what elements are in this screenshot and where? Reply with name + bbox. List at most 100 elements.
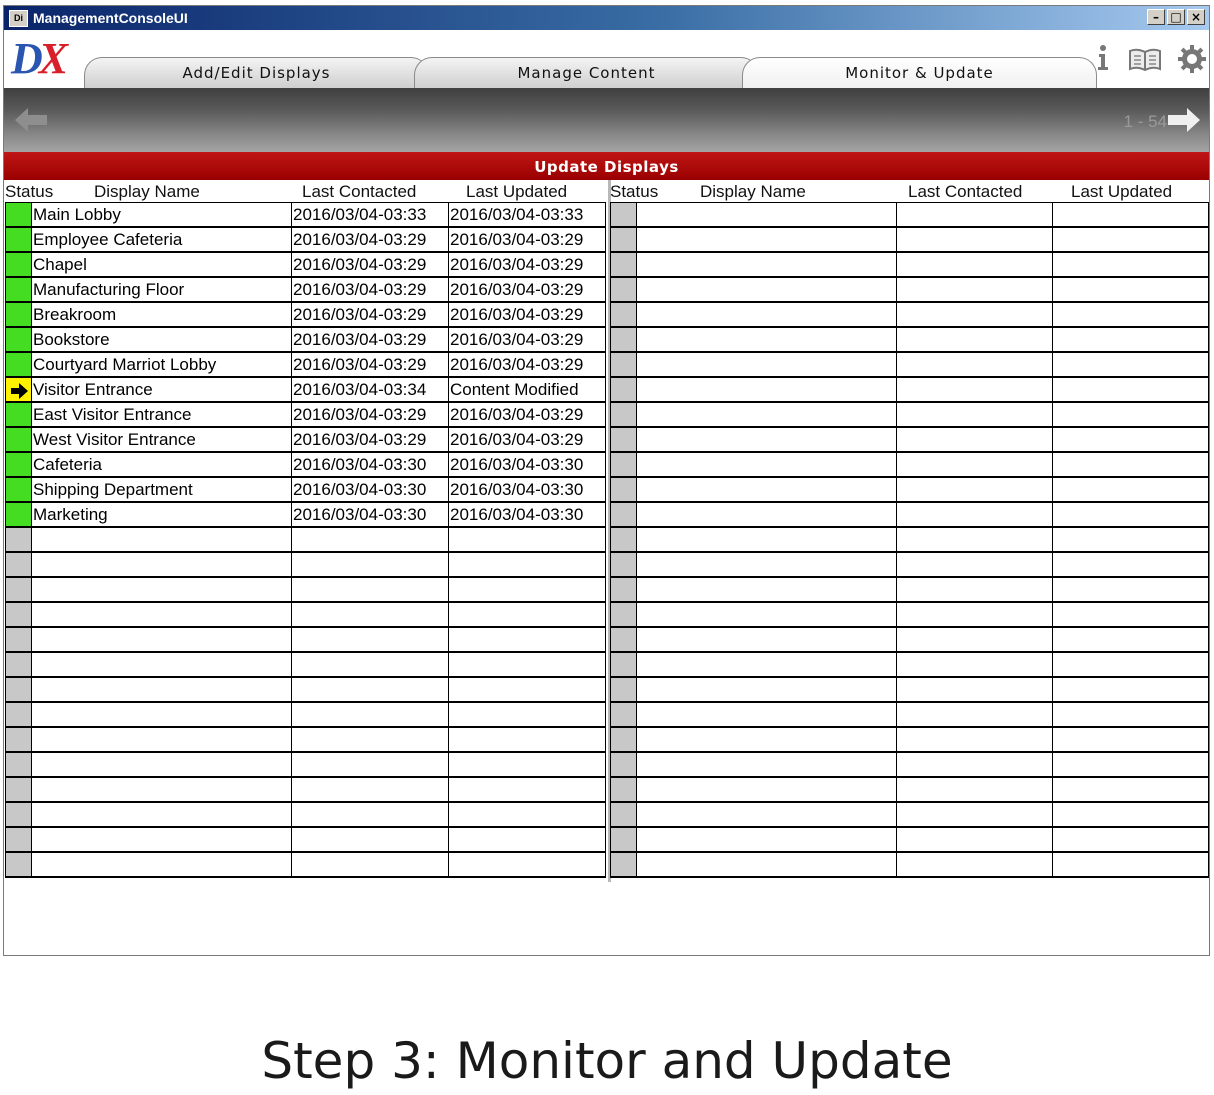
- close-button[interactable]: ×: [1187, 9, 1205, 25]
- table-row[interactable]: Bookstore 2016/03/04-03:29 2016/03/04-03:2…: [5, 327, 606, 353]
- table-row[interactable]: [5, 677, 606, 703]
- table-row[interactable]: Chapel 2016/03/04-03:29 2016/03/04-03:29: [5, 252, 606, 278]
- col-header-display-name-right[interactable]: Display Name: [700, 180, 806, 202]
- table-row[interactable]: [610, 802, 1209, 828]
- last-updated-cell: [1052, 802, 1209, 828]
- book-icon[interactable]: [1128, 48, 1162, 76]
- table-row[interactable]: [610, 602, 1209, 628]
- last-contacted-cell: [291, 602, 449, 628]
- table-row[interactable]: Marketing 2016/03/04-03:30 2016/03/04-03:3…: [5, 502, 606, 528]
- table-row[interactable]: [5, 752, 606, 778]
- table-row[interactable]: [610, 727, 1209, 753]
- last-updated-cell: [1052, 852, 1209, 878]
- table-row[interactable]: Employee Cafeteria 2016/03/04-03:29 2016/0…: [5, 227, 606, 253]
- display-name-cell: Visitor Entrance: [31, 377, 292, 403]
- last-updated-cell: [1052, 502, 1209, 528]
- display-name-cell: [636, 652, 897, 678]
- tab-add-edit-displays[interactable]: Add/Edit Displays: [84, 57, 429, 88]
- table-row[interactable]: Main Lobby 2016/03/04-03:33 2016/03/04-03:…: [5, 202, 606, 228]
- last-contacted-cell: [896, 552, 1053, 578]
- status-indicator: [610, 477, 637, 503]
- maximize-button[interactable]: □: [1167, 9, 1185, 25]
- table-row[interactable]: [610, 352, 1209, 378]
- status-indicator: [610, 502, 637, 528]
- table-row[interactable]: [5, 577, 606, 603]
- last-updated-cell: [1052, 227, 1209, 253]
- col-header-display-name[interactable]: Display Name: [94, 180, 200, 202]
- title-bar[interactable]: Di ManagementConsoleUI – □ ×: [4, 6, 1209, 30]
- col-header-last-updated[interactable]: Last Updated: [466, 180, 567, 202]
- table-row[interactable]: [610, 527, 1209, 553]
- table-row[interactable]: [610, 477, 1209, 503]
- table-row[interactable]: [610, 652, 1209, 678]
- last-updated-cell: [1052, 327, 1209, 353]
- status-indicator: [5, 727, 32, 753]
- table-row[interactable]: [610, 852, 1209, 878]
- last-contacted-cell: 2016/03/04-03:34: [291, 377, 449, 403]
- col-header-last-updated-right[interactable]: Last Updated: [1071, 180, 1172, 202]
- col-header-status[interactable]: Status: [5, 180, 53, 202]
- table-row[interactable]: [610, 327, 1209, 353]
- last-contacted-cell: 2016/03/04-03:29: [291, 227, 449, 253]
- last-updated-cell: [1052, 427, 1209, 453]
- table-row[interactable]: [610, 202, 1209, 228]
- col-header-last-contacted-right[interactable]: Last Contacted: [908, 180, 1022, 202]
- status-indicator: [610, 527, 637, 553]
- table-row[interactable]: [5, 552, 606, 578]
- col-header-last-contacted[interactable]: Last Contacted: [302, 180, 416, 202]
- last-updated-cell: 2016/03/04-03:29: [448, 427, 606, 453]
- table-row[interactable]: Manufacturing Floor 2016/03/04-03:29 2016/…: [5, 277, 606, 303]
- info-icon[interactable]: [1096, 44, 1110, 76]
- last-updated-cell: 2016/03/04-03:33: [448, 202, 606, 228]
- table-row[interactable]: [610, 252, 1209, 278]
- table-row[interactable]: Visitor Entrance 2016/03/04-03:34 Content …: [5, 377, 606, 403]
- last-updated-cell: 2016/03/04-03:29: [448, 327, 606, 353]
- tab-manage-content[interactable]: Manage Content: [414, 57, 759, 88]
- table-row[interactable]: [610, 502, 1209, 528]
- table-row[interactable]: [5, 827, 606, 853]
- status-indicator: [5, 202, 32, 228]
- forward-arrow-icon[interactable]: [1165, 105, 1203, 139]
- table-row[interactable]: [610, 677, 1209, 703]
- table-row[interactable]: Shipping Department 2016/03/04-03:30 2016/…: [5, 477, 606, 503]
- table-row[interactable]: Courtyard Marriot Lobby 2016/03/04-03:29 2…: [5, 352, 606, 378]
- table-row[interactable]: East Visitor Entrance 2016/03/04-03:29 201…: [5, 402, 606, 428]
- table-row[interactable]: Cafeteria 2016/03/04-03:30 2016/03/04-03:3…: [5, 452, 606, 478]
- table-row[interactable]: Breakroom 2016/03/04-03:29 2016/03/04-03:2…: [5, 302, 606, 328]
- table-row[interactable]: [610, 827, 1209, 853]
- table-row[interactable]: [5, 702, 606, 728]
- table-row[interactable]: [610, 577, 1209, 603]
- table-row[interactable]: [610, 452, 1209, 478]
- table-row[interactable]: [610, 302, 1209, 328]
- table-row[interactable]: [610, 427, 1209, 453]
- last-contacted-cell: [291, 627, 449, 653]
- table-row[interactable]: [610, 702, 1209, 728]
- last-updated-cell: [1052, 552, 1209, 578]
- table-row[interactable]: [610, 777, 1209, 803]
- last-updated-cell: [448, 577, 606, 603]
- table-row[interactable]: [5, 852, 606, 878]
- minimize-button[interactable]: –: [1147, 9, 1165, 25]
- table-row[interactable]: [5, 527, 606, 553]
- last-updated-cell: [448, 552, 606, 578]
- table-row[interactable]: [5, 627, 606, 653]
- table-row[interactable]: [610, 377, 1209, 403]
- table-row[interactable]: [610, 552, 1209, 578]
- table-row[interactable]: [5, 777, 606, 803]
- table-row[interactable]: [610, 752, 1209, 778]
- display-name-cell: [31, 802, 292, 828]
- table-row[interactable]: [610, 277, 1209, 303]
- col-header-status-right[interactable]: Status: [610, 180, 658, 202]
- table-row[interactable]: [610, 402, 1209, 428]
- table-row[interactable]: [5, 602, 606, 628]
- table-row[interactable]: West Visitor Entrance 2016/03/04-03:29 201…: [5, 427, 606, 453]
- back-arrow-icon[interactable]: [12, 105, 50, 139]
- table-row[interactable]: [610, 227, 1209, 253]
- status-indicator: [5, 302, 32, 328]
- table-row[interactable]: [5, 727, 606, 753]
- tab-monitor-update[interactable]: Monitor & Update: [742, 57, 1097, 88]
- table-row[interactable]: [610, 627, 1209, 653]
- gear-icon[interactable]: [1177, 44, 1207, 78]
- table-row[interactable]: [5, 802, 606, 828]
- table-row[interactable]: [5, 652, 606, 678]
